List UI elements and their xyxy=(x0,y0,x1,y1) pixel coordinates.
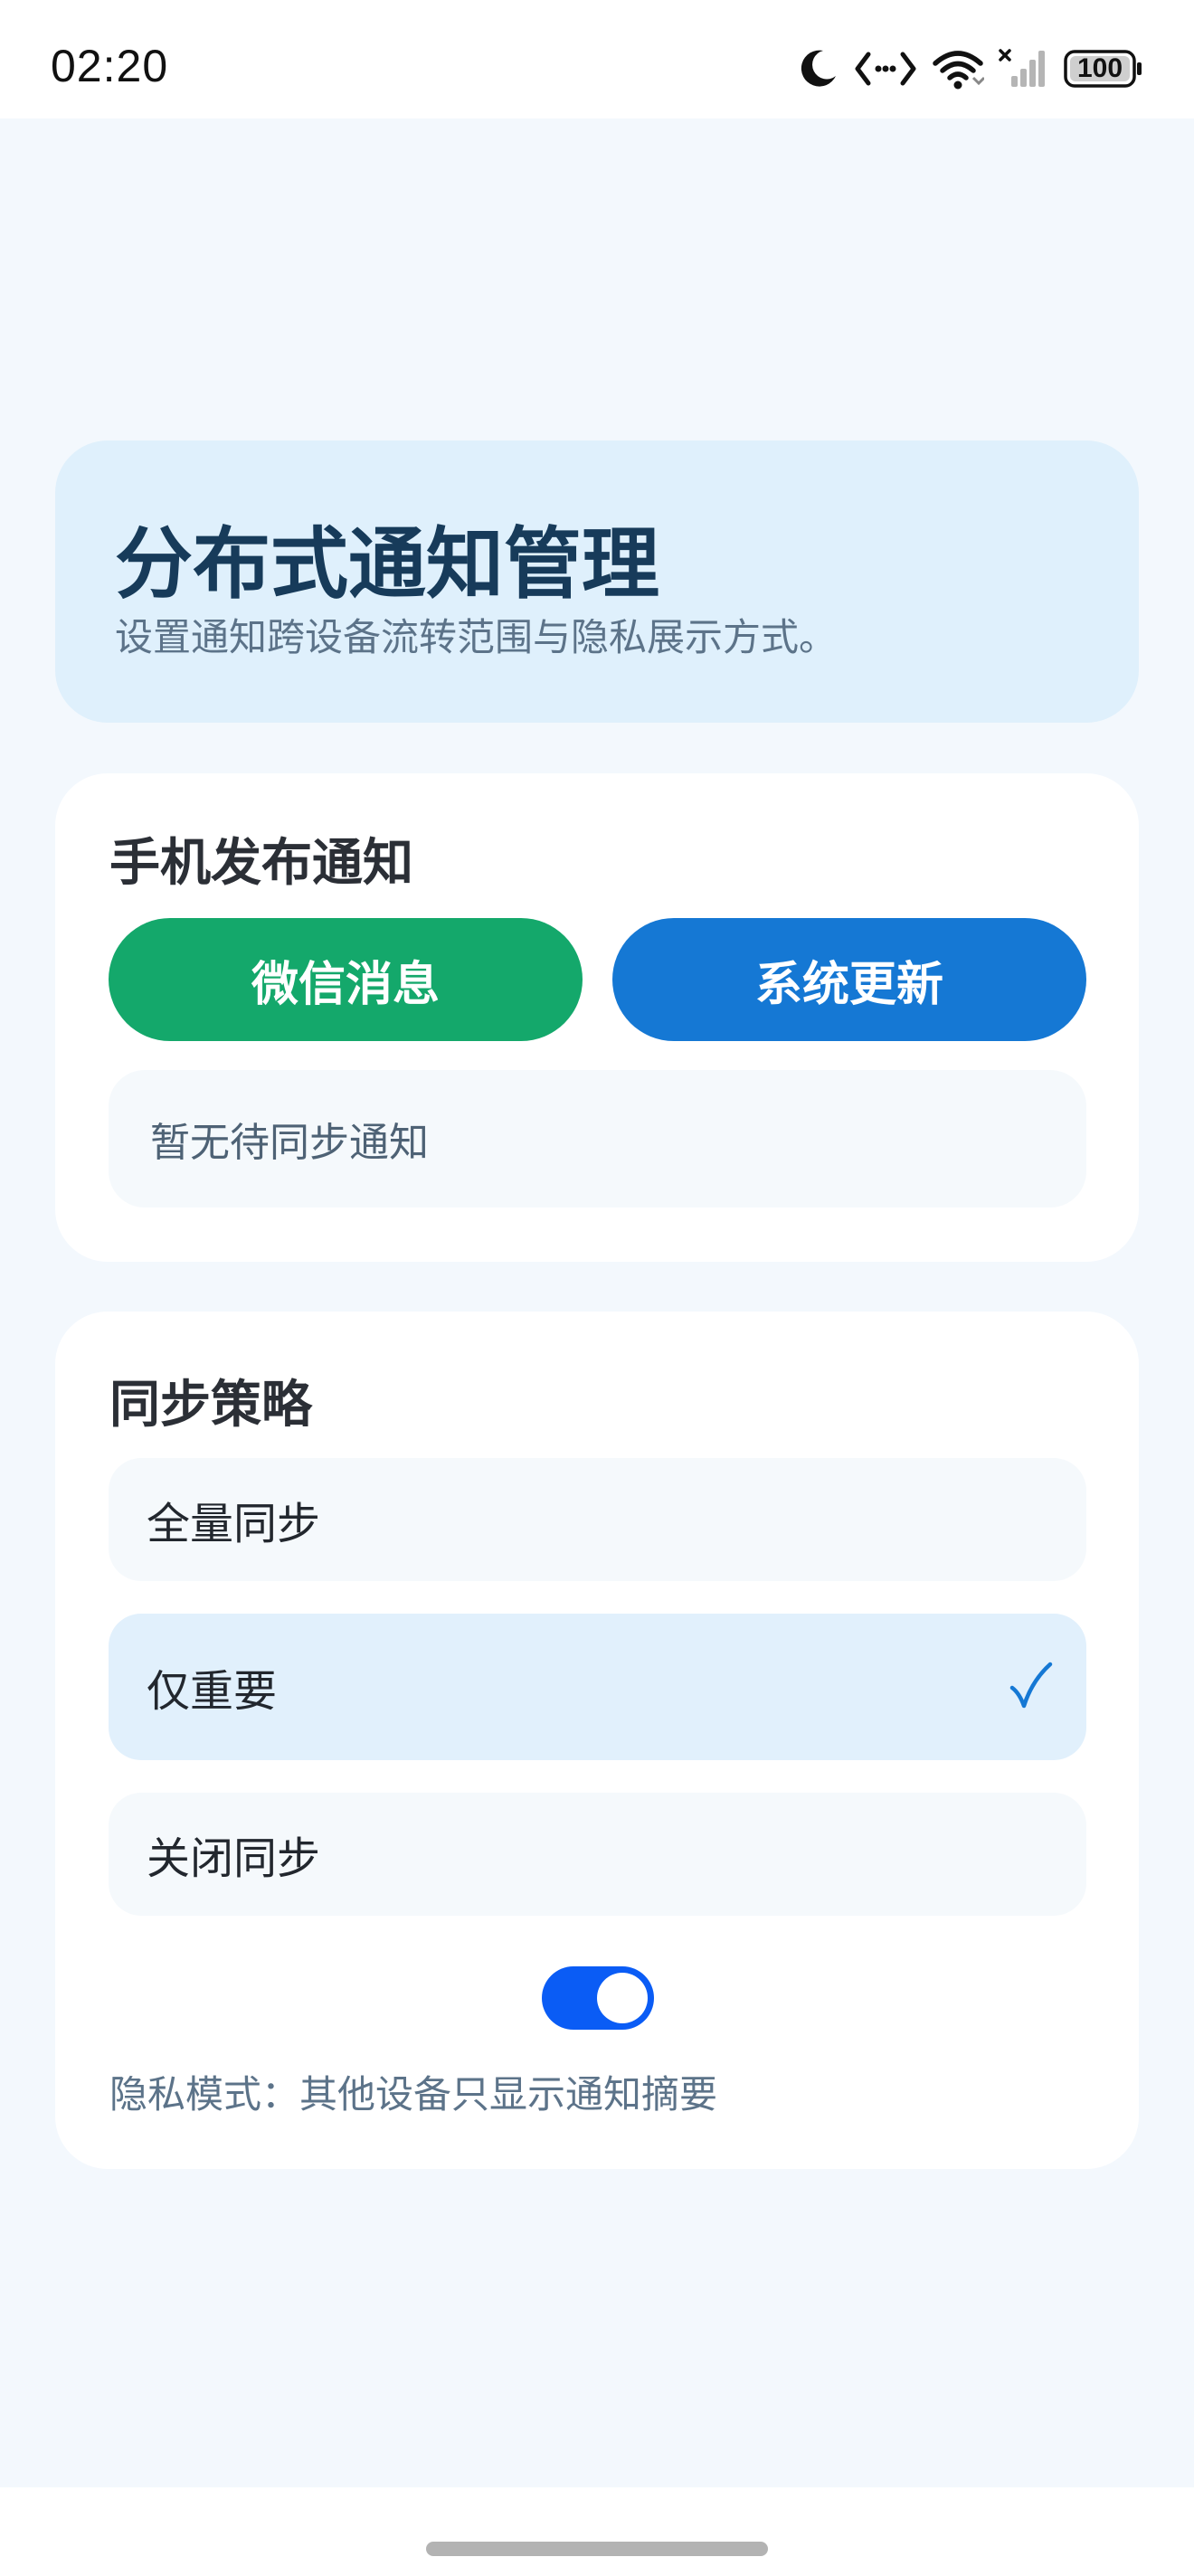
cellular-no-signal-icon xyxy=(999,47,1049,90)
status-icons: 100 xyxy=(796,42,1143,96)
check-icon xyxy=(1009,1661,1054,1713)
sync-strategy-card: 同步策略 全量同步 仅重要 关闭同步 隐私模式：其他设备只显示通知摘要 xyxy=(55,1312,1139,2169)
system-update-button[interactable]: 系统更新 xyxy=(612,918,1086,1041)
option-label: 关闭同步 xyxy=(147,1833,321,1884)
wechat-message-button[interactable]: 微信消息 xyxy=(109,918,583,1041)
battery-level: 100 xyxy=(1076,53,1123,83)
header-card: 分布式通知管理 设置通知跨设备流转范围与隐私展示方式。 xyxy=(55,440,1139,723)
section-title-sync-strategy: 同步策略 xyxy=(109,1376,312,1435)
strategy-option-disable-sync[interactable]: 关闭同步 xyxy=(109,1793,1086,1916)
strategy-option-full-sync[interactable]: 全量同步 xyxy=(109,1458,1086,1581)
pending-notify-list: 暂无待同步通知 xyxy=(109,1070,1086,1208)
status-time: 02:20 xyxy=(51,41,169,91)
phone-notify-card: 手机发布通知 微信消息 系统更新 暂无待同步通知 xyxy=(55,773,1139,1262)
section-title-phone-notify: 手机发布通知 xyxy=(109,834,413,893)
navigation-bar xyxy=(0,2487,1194,2576)
status-bar: 02:20 100 xyxy=(0,0,1194,118)
strategy-option-important-only[interactable]: 仅重要 xyxy=(109,1614,1086,1760)
wifi-icon xyxy=(932,47,984,90)
page-title: 分布式通知管理 xyxy=(115,519,659,610)
privacy-mode-description: 隐私模式：其他设备只显示通知摘要 xyxy=(109,2072,718,2117)
page-subtitle: 设置通知跨设备流转范围与隐私展示方式。 xyxy=(115,615,838,659)
moon-icon xyxy=(796,47,839,90)
toggle-knob xyxy=(597,1973,648,2023)
option-label: 仅重要 xyxy=(147,1666,278,1717)
code-arrows-icon xyxy=(854,47,917,90)
home-indicator[interactable] xyxy=(426,2542,768,2556)
empty-notify-text: 暂无待同步通知 xyxy=(150,1120,429,1166)
privacy-mode-toggle[interactable] xyxy=(542,1966,654,2030)
option-label: 全量同步 xyxy=(147,1499,321,1549)
battery-icon: 100 xyxy=(1064,49,1143,89)
